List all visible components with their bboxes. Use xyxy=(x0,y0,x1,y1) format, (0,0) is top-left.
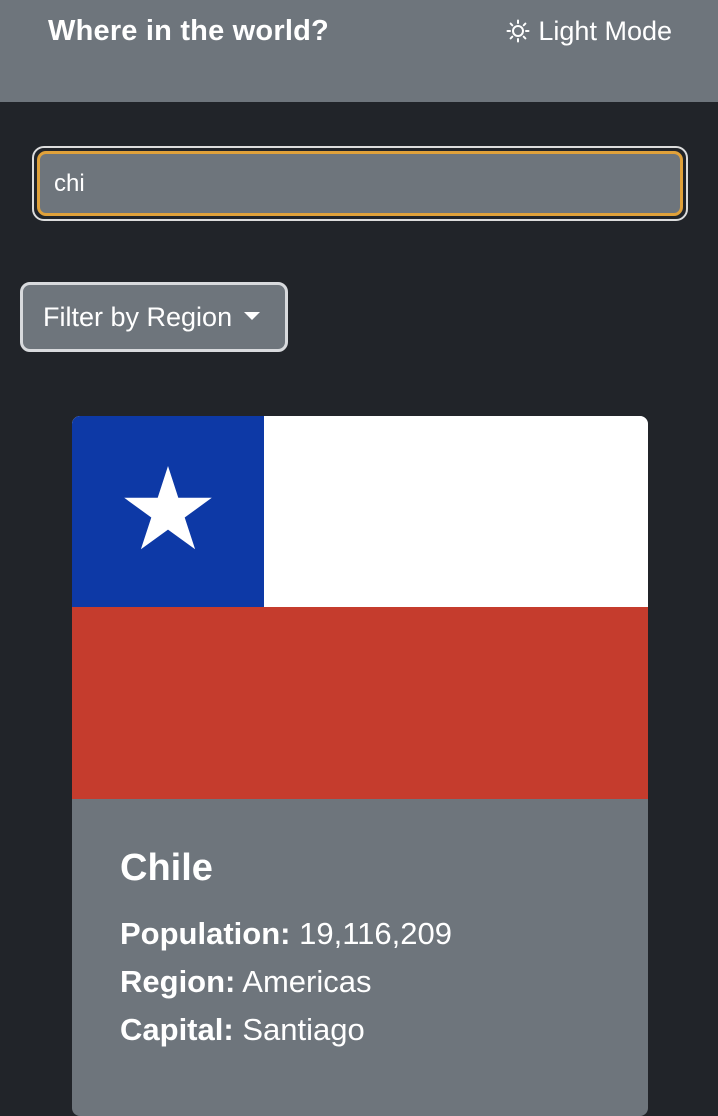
region-row: Region: Americas xyxy=(120,958,628,1006)
country-card[interactable]: Chile Population: 19,116,209 Region: Ame… xyxy=(72,416,648,1116)
region-label: Region: xyxy=(120,963,236,999)
population-value: 19,116,209 xyxy=(299,915,452,951)
app-header: Where in the world? Light Mode xyxy=(0,0,718,102)
country-name: Chile xyxy=(120,847,213,889)
flag-red-band xyxy=(72,607,648,799)
sun-icon xyxy=(506,19,530,43)
capital-label: Capital: xyxy=(120,1011,234,1047)
population-row: Population: 19,116,209 xyxy=(120,910,628,958)
region-value: Americas xyxy=(242,963,372,999)
app-title: Where in the world? xyxy=(48,15,329,47)
search-input[interactable] xyxy=(37,151,683,216)
region-filter-dropdown[interactable]: Filter by Region xyxy=(20,282,288,352)
capital-value: Santiago xyxy=(242,1011,365,1047)
country-card-body: Chile Population: 19,116,209 Region: Ame… xyxy=(120,846,628,1054)
search-field-wrapper xyxy=(32,146,688,221)
capital-row: Capital: Santiago xyxy=(120,1006,628,1054)
region-filter-label: Filter by Region xyxy=(43,301,233,332)
theme-toggle-label: Light Mode xyxy=(538,15,672,46)
chile-flag-image xyxy=(72,416,648,799)
population-label: Population: xyxy=(120,915,291,951)
caret-down-icon xyxy=(244,312,261,320)
theme-toggle-button[interactable]: Light Mode xyxy=(506,10,672,52)
